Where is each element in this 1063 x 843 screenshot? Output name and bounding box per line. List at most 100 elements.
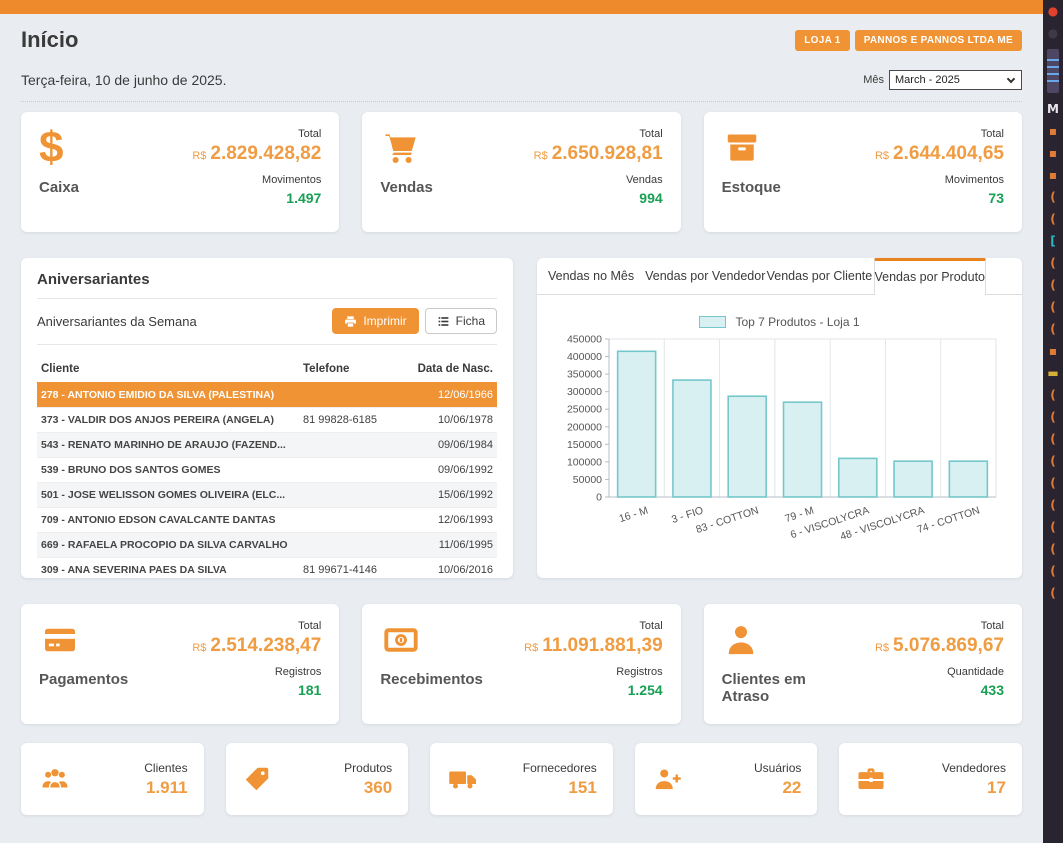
total-label: Total — [507, 128, 662, 140]
count-value: 1.497 — [166, 190, 321, 206]
date-row: Terça-feira, 10 de junho de 2025. Mês Ma… — [21, 70, 1022, 102]
table-row[interactable]: 669 - RAFAELA PROCOPIO DA SILVA CARVALHO… — [37, 533, 497, 558]
strip-icon[interactable]: ( — [1050, 543, 1055, 555]
currency-prefix: R$ — [534, 150, 548, 162]
strip-icon[interactable]: ( — [1050, 301, 1055, 313]
svg-text:50000: 50000 — [573, 474, 602, 486]
count-label: Registros — [166, 666, 321, 678]
clientes-em-atraso-card[interactable]: Clientes em Atraso Total R$5.076.869,67 … — [704, 604, 1022, 724]
browser-side-strip: ● ● M ▪ ▪ ▪ ( ( [ ( ( ( ( ▪ ▬ ( ( ( ( ( ( ( ( ( ( — [1043, 0, 1063, 843]
store-badge[interactable]: LOJA 1 — [795, 30, 849, 51]
telefone-cell — [299, 533, 411, 558]
strip-icon[interactable]: ( — [1050, 411, 1055, 423]
total-label: Total — [849, 128, 1004, 140]
tab-vendas-por-produto[interactable]: Vendas por Produto — [874, 258, 987, 295]
vendedores-card[interactable]: Vendedores 17 — [839, 743, 1022, 815]
svg-text:250000: 250000 — [567, 404, 602, 416]
strip-icon[interactable]: ( — [1050, 323, 1055, 335]
table-row[interactable]: 501 - JOSE WELISSON GOMES OLIVEIRA (ELC.… — [37, 483, 497, 508]
stat-cards-row-1: $ Caixa Total R$2.829.428,82 Movimentos … — [21, 112, 1022, 232]
tab-vendas-por-vendedor[interactable]: Vendas por Vendedor — [645, 258, 765, 295]
usuarios-card[interactable]: Usuários 22 — [635, 743, 818, 815]
strip-icon[interactable]: ( — [1050, 455, 1055, 467]
strip-icon[interactable]: ▪ — [1049, 345, 1057, 357]
current-date: Terça-feira, 10 de junho de 2025. — [21, 72, 226, 88]
telefone-cell — [299, 508, 411, 533]
strip-icon[interactable]: ● — [1048, 5, 1058, 17]
month-select[interactable]: March - 2025 — [890, 71, 1021, 89]
table-row[interactable]: 539 - BRUNO DOS SANTOS GOMES 09/06/1992 — [37, 458, 497, 483]
strip-icon[interactable]: ( — [1050, 477, 1055, 489]
data-cell: 10/06/2016 — [411, 558, 497, 583]
birthdays-title: Aniversariantes — [37, 271, 497, 299]
table-row[interactable]: 373 - VALDIR DOS ANJOS PEREIRA (ANGELA) … — [37, 408, 497, 433]
recebimentos-card[interactable]: Recebimentos Total R$11.091.881,39 Regis… — [362, 604, 680, 724]
table-row[interactable]: 309 - ANA SEVERINA PAES DA SILVA 81 9967… — [37, 558, 497, 583]
vendas-card[interactable]: Vendas Total R$2.650.928,81 Vendas 994 — [362, 112, 680, 232]
total-label: Total — [507, 620, 662, 632]
print-button[interactable]: Imprimir — [332, 308, 418, 334]
mini-value: 360 — [344, 778, 392, 798]
strip-icon[interactable]: ( — [1050, 279, 1055, 291]
telefone-cell — [299, 483, 411, 508]
currency-prefix: R$ — [875, 150, 889, 162]
count-label: Registros — [507, 666, 662, 678]
strip-icon[interactable]: ( — [1050, 257, 1055, 269]
ficha-button[interactable]: Ficha — [425, 308, 497, 334]
strip-icon[interactable]: ● — [1048, 27, 1058, 39]
mini-label: Produtos — [344, 761, 392, 775]
strip-icon[interactable]: ▪ — [1049, 125, 1057, 137]
svg-text:300000: 300000 — [567, 386, 602, 398]
table-row[interactable]: 543 - RENATO MARINHO DE ARAUJO (FAZEND..… — [37, 433, 497, 458]
strip-icon[interactable]: ( — [1050, 389, 1055, 401]
tab-vendas-por-cliente[interactable]: Vendas por Cliente — [765, 258, 873, 295]
strip-icon[interactable]: ( — [1050, 499, 1055, 511]
data-cell: 15/06/1992 — [411, 483, 497, 508]
currency-prefix: R$ — [192, 642, 206, 654]
strip-icon[interactable]: ( — [1050, 565, 1055, 577]
strip-thumbnail[interactable] — [1047, 49, 1059, 93]
svg-text:0: 0 — [596, 492, 602, 504]
amount: 2.514.238,47 — [210, 635, 321, 656]
currency-prefix: R$ — [524, 642, 538, 654]
telefone-cell — [299, 433, 411, 458]
mini-value: 17 — [942, 778, 1006, 798]
strip-icon[interactable]: ( — [1050, 433, 1055, 445]
mini-value: 151 — [523, 778, 597, 798]
caixa-card[interactable]: $ Caixa Total R$2.829.428,82 Movimentos … — [21, 112, 339, 232]
count-value: 433 — [849, 682, 1004, 698]
currency-prefix: R$ — [875, 642, 889, 654]
amount: 11.091.881,39 — [542, 635, 662, 656]
produtos-card[interactable]: Produtos 360 — [226, 743, 409, 815]
strip-icon[interactable]: [ — [1050, 235, 1055, 247]
top-products-chart: 0500001000001500002000002500003000003500… — [551, 329, 1006, 551]
table-row[interactable]: 278 - ANTONIO EMIDIO DA SILVA (PALESTINA… — [37, 383, 497, 408]
estoque-card[interactable]: Estoque Total R$2.644.404,65 Movimentos … — [704, 112, 1022, 232]
strip-icon[interactable]: ▪ — [1049, 169, 1057, 181]
count-value: 1.254 — [507, 682, 662, 698]
table-row[interactable]: 709 - ANTONIO EDSON CAVALCANTE DANTAS 12… — [37, 508, 497, 533]
clientes-card[interactable]: Clientes 1.911 — [21, 743, 204, 815]
company-badge[interactable]: PANNOS E PANNOS LTDA ME — [855, 30, 1022, 51]
count-label: Vendas — [507, 174, 662, 186]
strip-icon[interactable]: ( — [1050, 587, 1055, 599]
birthdays-subtitle: Aniversariantes da Semana — [37, 314, 197, 329]
pagamentos-card[interactable]: Pagamentos Total R$2.514.238,47 Registro… — [21, 604, 339, 724]
count-value: 181 — [166, 682, 321, 698]
dashboard-page: Início LOJA 1 PANNOS E PANNOS LTDA ME Te… — [0, 0, 1043, 843]
fornecedores-card[interactable]: Fornecedores 151 — [430, 743, 613, 815]
strip-icon[interactable]: ▬ — [1047, 367, 1058, 379]
strip-icon[interactable]: ( — [1050, 521, 1055, 533]
cliente-cell: 543 - RENATO MARINHO DE ARAUJO (FAZEND..… — [37, 433, 299, 458]
count-label: Movimentos — [849, 174, 1004, 186]
count-label: Quantidade — [849, 666, 1004, 678]
strip-icon[interactable]: ( — [1050, 191, 1055, 203]
amount: 2.650.928,81 — [552, 143, 663, 164]
svg-text:400000: 400000 — [567, 351, 602, 363]
strip-icon[interactable]: ( — [1050, 213, 1055, 225]
svg-text:200000: 200000 — [567, 421, 602, 433]
tab-vendas-no-mes[interactable]: Vendas no Mês — [537, 258, 645, 295]
strip-icon[interactable]: ▪ — [1049, 147, 1057, 159]
strip-icon[interactable]: M — [1047, 103, 1059, 115]
credit-card-icon — [39, 617, 166, 663]
